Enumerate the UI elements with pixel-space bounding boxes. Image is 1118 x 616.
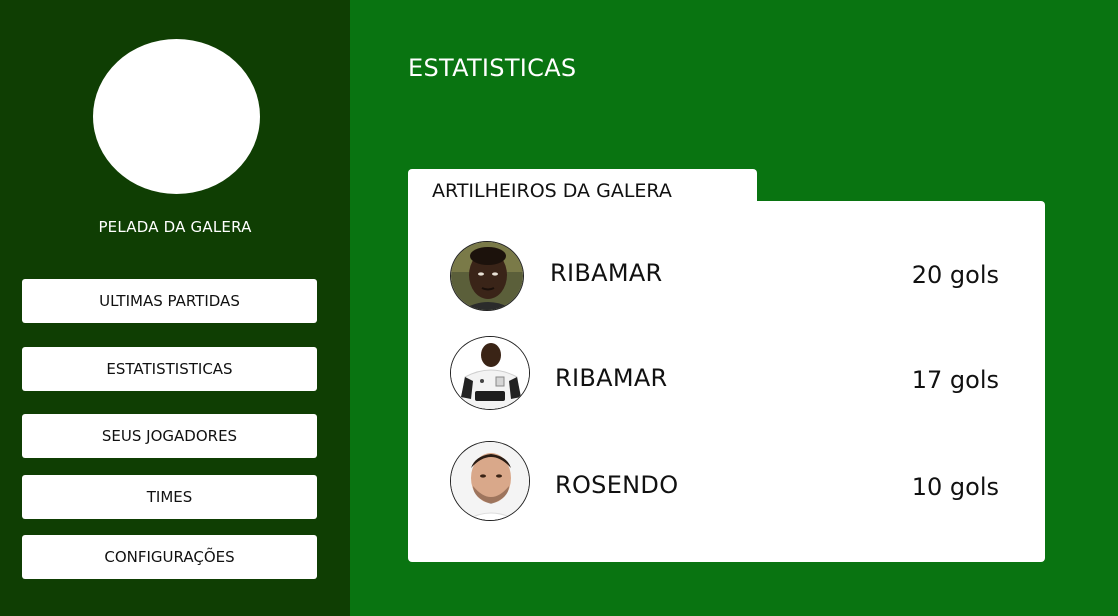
nav-button-configuracoes[interactable]: CONFIGURAÇÕES <box>22 535 317 579</box>
player-avatar <box>450 441 530 521</box>
player-goals: 10 gols <box>911 473 999 501</box>
group-logo <box>93 39 260 194</box>
list-item: RIBAMAR 17 gols <box>408 336 1045 416</box>
sidebar: PELADA DA GALERA ULTIMAS PARTIDAS ESTATI… <box>0 0 350 616</box>
page-title: ESTATISTICAS <box>408 54 577 82</box>
list-item: ROSENDO 10 gols <box>408 441 1045 521</box>
player-photo-icon <box>451 442 529 520</box>
group-name: PELADA DA GALERA <box>98 218 252 236</box>
player-goals: 20 gols <box>911 261 999 289</box>
nav-button-seus-jogadores[interactable]: SEUS JOGADORES <box>22 414 317 458</box>
card-tab-label: ARTILHEIROS DA GALERA <box>432 180 672 202</box>
top-scorers-card: RIBAMAR 20 gols RIBAMAR 17 gols ROSENDO … <box>408 201 1045 562</box>
list-item: RIBAMAR 20 gols <box>408 241 1045 321</box>
player-name: ROSENDO <box>555 471 679 499</box>
player-avatar <box>450 241 524 311</box>
nav-button-times[interactable]: TIMES <box>22 475 317 519</box>
player-photo-icon <box>451 337 529 409</box>
player-name: RIBAMAR <box>550 259 663 287</box>
main-content: ESTATISTICAS ARTILHEIROS DA GALERA RIBAM… <box>350 0 1118 616</box>
nav-button-estatisticas[interactable]: ESTATISTISTICAS <box>22 347 317 391</box>
nav-button-ultimas-partidas[interactable]: ULTIMAS PARTIDAS <box>22 279 317 323</box>
player-avatar <box>450 336 530 410</box>
player-name: RIBAMAR <box>555 364 668 392</box>
player-goals: 17 gols <box>911 366 999 394</box>
player-photo-icon <box>451 242 523 310</box>
